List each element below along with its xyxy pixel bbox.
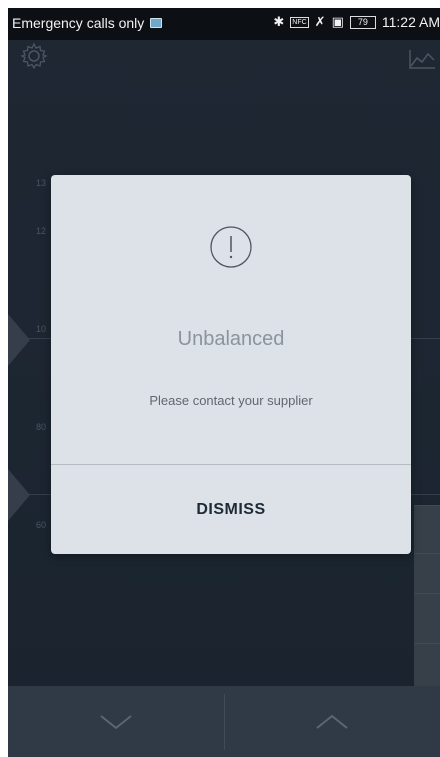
chevron-up-icon [316,714,348,729]
exclamation-circle-icon [210,226,252,268]
status-left: Emergency calls only [12,15,163,31]
scroll-up-button[interactable] [225,686,440,757]
dismiss-button[interactable]: DISMISS [51,465,411,554]
vibrate-icon: ✗ [314,14,326,29]
sim-card-icon: ▣ [331,14,344,29]
bluetooth-icon: ✱ [273,14,285,29]
bottom-nav [8,686,440,757]
scroll-down-button[interactable] [8,686,224,757]
nfc-icon: NFC [290,16,309,28]
status-right: ✱ NFC ✗ ▣ 79 11:22 AM [273,14,440,30]
clock: 11:22 AM [381,14,440,30]
dialog-title: Unbalanced [177,328,285,350]
status-bar: Emergency calls only ✱ NFC ✗ ▣ 79 11:22 … [8,8,440,40]
battery-icon: 79 [349,15,376,29]
phone-screen: Emergency calls only ✱ NFC ✗ ▣ 79 11:22 … [8,8,440,757]
chevron-down-icon [100,714,132,729]
carrier-text: Emergency calls only [12,15,145,31]
alert-dialog: Unbalanced Please contact your supplier … [51,175,411,554]
dialog-message: Please contact your supplier [149,393,313,408]
sim-icon [150,18,163,28]
